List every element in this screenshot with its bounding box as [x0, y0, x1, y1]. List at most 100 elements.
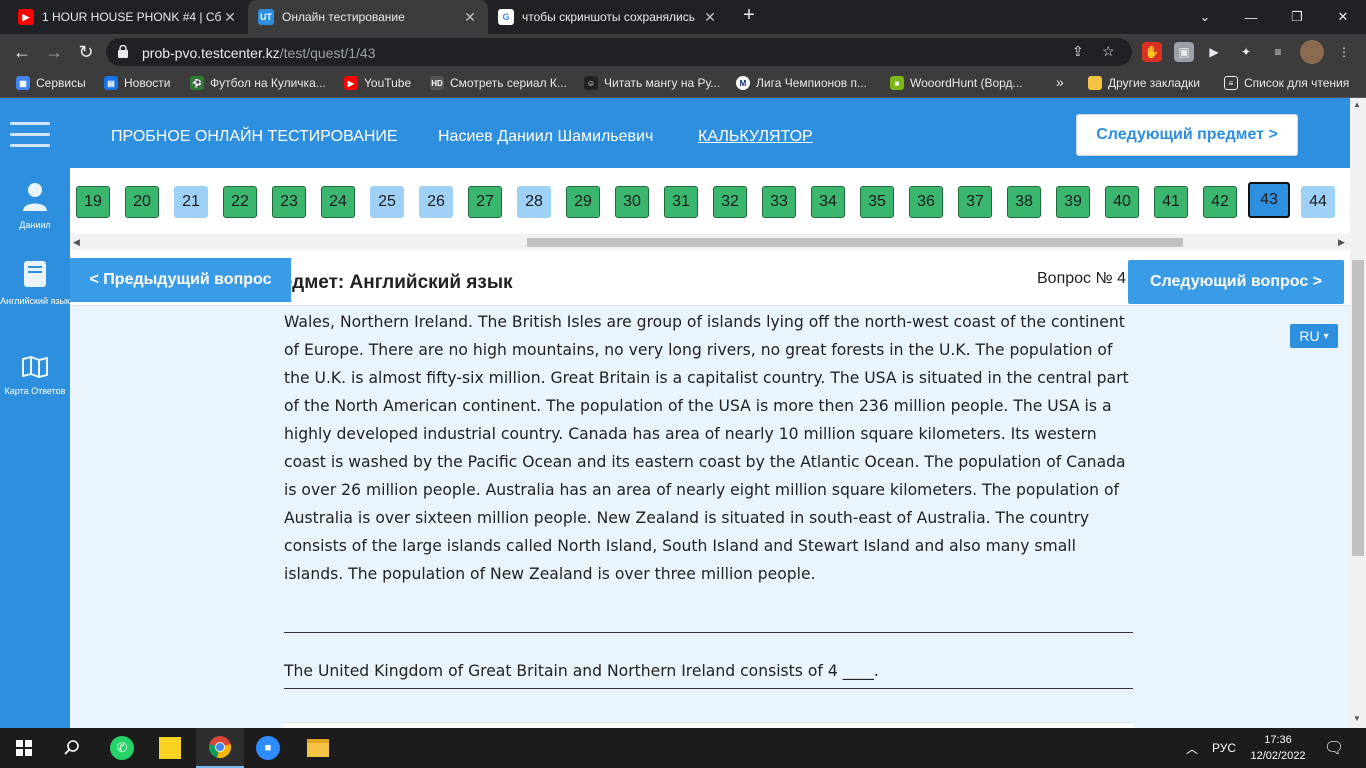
- share-icon[interactable]: ⇪: [1072, 43, 1084, 60]
- extension-icon[interactable]: ▣: [1174, 42, 1194, 62]
- question-number-button[interactable]: 42: [1203, 186, 1237, 218]
- scroll-down-icon[interactable]: ▼: [1353, 714, 1361, 723]
- question-number-button[interactable]: 32: [713, 186, 747, 218]
- browser-tab-google[interactable]: G чтобы скриншоты сохранялись ✕: [488, 0, 728, 34]
- menu-dots-icon[interactable]: ⋮: [1334, 42, 1354, 62]
- question-number-button[interactable]: 26: [419, 186, 453, 218]
- file-explorer-icon[interactable]: [294, 728, 342, 768]
- close-tab-icon[interactable]: ✕: [222, 9, 238, 26]
- question-content: редмет: Английский язык Вопрос № 4 < Пре…: [70, 250, 1350, 728]
- clock-date: 12/02/2022: [1250, 750, 1306, 762]
- question-number-button[interactable]: 23: [272, 186, 306, 218]
- bookmark-wooordhunt[interactable]: ■ WooordHunt (Ворд...: [890, 76, 1023, 90]
- cursor-extension-icon[interactable]: ▶: [1204, 42, 1224, 62]
- notifications-icon[interactable]: 🗨: [1324, 728, 1344, 768]
- book-icon: [24, 261, 46, 287]
- chrome-taskbar-icon[interactable]: [196, 728, 244, 768]
- question-number-button[interactable]: 44: [1301, 186, 1335, 218]
- bookmark-champions[interactable]: M Лига Чемпионов п...: [736, 76, 867, 90]
- profile-avatar[interactable]: [1300, 40, 1324, 64]
- browser-tab-test[interactable]: UT Онлайн тестирование ✕: [248, 0, 488, 34]
- bookmark-label: Смотреть сериал К...: [450, 76, 567, 90]
- question-number-button[interactable]: 24: [321, 186, 355, 218]
- sticky-notes-icon[interactable]: [146, 728, 194, 768]
- question-number-button[interactable]: 29: [566, 186, 600, 218]
- bookmark-label: Читать мангу на Ру...: [604, 76, 721, 90]
- bookmark-label: Список для чтения: [1244, 76, 1350, 90]
- sidebar-item-subject[interactable]: Английский язык: [0, 260, 70, 309]
- question-number-button[interactable]: 41: [1154, 186, 1188, 218]
- question-number-button[interactable]: 22: [223, 186, 257, 218]
- bookmark-star-icon[interactable]: ☆: [1102, 43, 1115, 60]
- keyboard-language[interactable]: РУС: [1212, 728, 1236, 768]
- close-window-button[interactable]: ✕: [1320, 0, 1366, 34]
- question-number-button[interactable]: 30: [615, 186, 649, 218]
- maximize-button[interactable]: ❐: [1274, 0, 1320, 34]
- question-number-button[interactable]: 40: [1105, 186, 1139, 218]
- question-number-button[interactable]: 37: [958, 186, 992, 218]
- question-number-button[interactable]: 31: [664, 186, 698, 218]
- sidebar-item-user[interactable]: Даниил: [0, 182, 70, 233]
- forward-button[interactable]: →: [40, 38, 68, 66]
- scrollbar-thumb[interactable]: [1352, 260, 1364, 556]
- scroll-left-icon[interactable]: ◀: [73, 237, 80, 248]
- question-number-button[interactable]: 33: [762, 186, 796, 218]
- testcenter-icon: UT: [258, 9, 274, 25]
- reading-list[interactable]: ≡ Список для чтения: [1224, 76, 1349, 90]
- address-bar[interactable]: prob-pvo.testcenter.kz/test/quest/1/43 ⇪…: [106, 38, 1132, 66]
- adblock-extension-icon[interactable]: ✋: [1142, 42, 1162, 62]
- question-number-button[interactable]: 21: [174, 186, 208, 218]
- question-number-button[interactable]: 35: [860, 186, 894, 218]
- bookmark-youtube[interactable]: ▶ YouTube: [344, 76, 411, 90]
- next-subject-button[interactable]: Следующий предмет >: [1076, 114, 1298, 156]
- puzzle-extensions-icon[interactable]: ✦: [1236, 42, 1256, 62]
- bookmark-news[interactable]: ▤ Новости: [104, 76, 170, 90]
- browser-tab-youtube[interactable]: ▶ 1 HOUR HOUSE PHONK #4 | Сб ✕: [8, 0, 248, 34]
- question-number-button[interactable]: 39: [1056, 186, 1090, 218]
- hamburger-menu-icon[interactable]: [10, 122, 50, 148]
- question-number-button[interactable]: 25: [370, 186, 404, 218]
- tray-chevron-up-icon[interactable]: ︿: [1186, 728, 1198, 768]
- question-number-button[interactable]: 28: [517, 186, 551, 218]
- windows-taskbar: ✆ ■ ︿ РУС 17:36 12/02/2022 🗨: [0, 728, 1366, 768]
- scroll-right-icon[interactable]: ▶: [1338, 237, 1345, 248]
- other-bookmarks[interactable]: Другие закладки: [1088, 76, 1200, 90]
- bookmark-manga[interactable]: ☺ Читать мангу на Ру...: [584, 76, 720, 90]
- whatsapp-icon[interactable]: ✆: [98, 728, 146, 768]
- question-number-button[interactable]: 27: [468, 186, 502, 218]
- horizontal-scrollbar[interactable]: ◀ ▶: [70, 234, 1350, 250]
- next-question-button[interactable]: Следующий вопрос >: [1128, 260, 1344, 304]
- new-tab-button[interactable]: +: [736, 4, 762, 27]
- bookmark-services[interactable]: ▦ Сервисы: [16, 76, 86, 90]
- previous-question-button[interactable]: < Предыдущий вопрос: [70, 258, 291, 302]
- question-number-button[interactable]: 36: [909, 186, 943, 218]
- media-control-icon[interactable]: ≡: [1268, 42, 1288, 62]
- calculator-link[interactable]: КАЛЬКУЛЯТОР: [698, 128, 813, 146]
- tab-search-icon[interactable]: ⌄: [1182, 0, 1228, 34]
- zoom-icon[interactable]: ■: [244, 728, 292, 768]
- question-number-button[interactable]: 38: [1007, 186, 1041, 218]
- windows-start-icon[interactable]: [0, 728, 48, 768]
- scrollbar-thumb[interactable]: [527, 238, 1183, 247]
- sidebar-item-answer-map[interactable]: Карта Ответов: [0, 356, 70, 399]
- question-number-button[interactable]: 20: [125, 186, 159, 218]
- search-icon[interactable]: [48, 728, 96, 768]
- question-number-button[interactable]: 34: [811, 186, 845, 218]
- system-clock[interactable]: 17:36 12/02/2022: [1248, 732, 1308, 764]
- minimize-button[interactable]: —: [1228, 0, 1274, 34]
- language-select[interactable]: RU ▾: [1290, 324, 1338, 348]
- back-button[interactable]: ←: [8, 38, 36, 66]
- bookmarks-overflow-button[interactable]: »: [1056, 74, 1064, 90]
- bookmark-football[interactable]: ⚽ Футбол на Куличка...: [190, 76, 326, 90]
- user-icon: [23, 183, 47, 211]
- question-number-button[interactable]: 43: [1248, 182, 1290, 218]
- close-tab-icon[interactable]: ✕: [702, 9, 718, 26]
- reload-button[interactable]: ↻: [72, 38, 100, 66]
- close-tab-icon[interactable]: ✕: [462, 9, 478, 26]
- scroll-up-icon[interactable]: ▲: [1353, 100, 1361, 109]
- bookmark-label: WooordHunt (Ворд...: [910, 76, 1023, 90]
- url-path: /test/quest/1/43: [279, 45, 376, 61]
- bookmark-series[interactable]: HD Смотреть сериал К...: [430, 76, 567, 90]
- vertical-scrollbar[interactable]: ▲ ▼: [1350, 98, 1366, 728]
- question-number-button[interactable]: 19: [76, 186, 110, 218]
